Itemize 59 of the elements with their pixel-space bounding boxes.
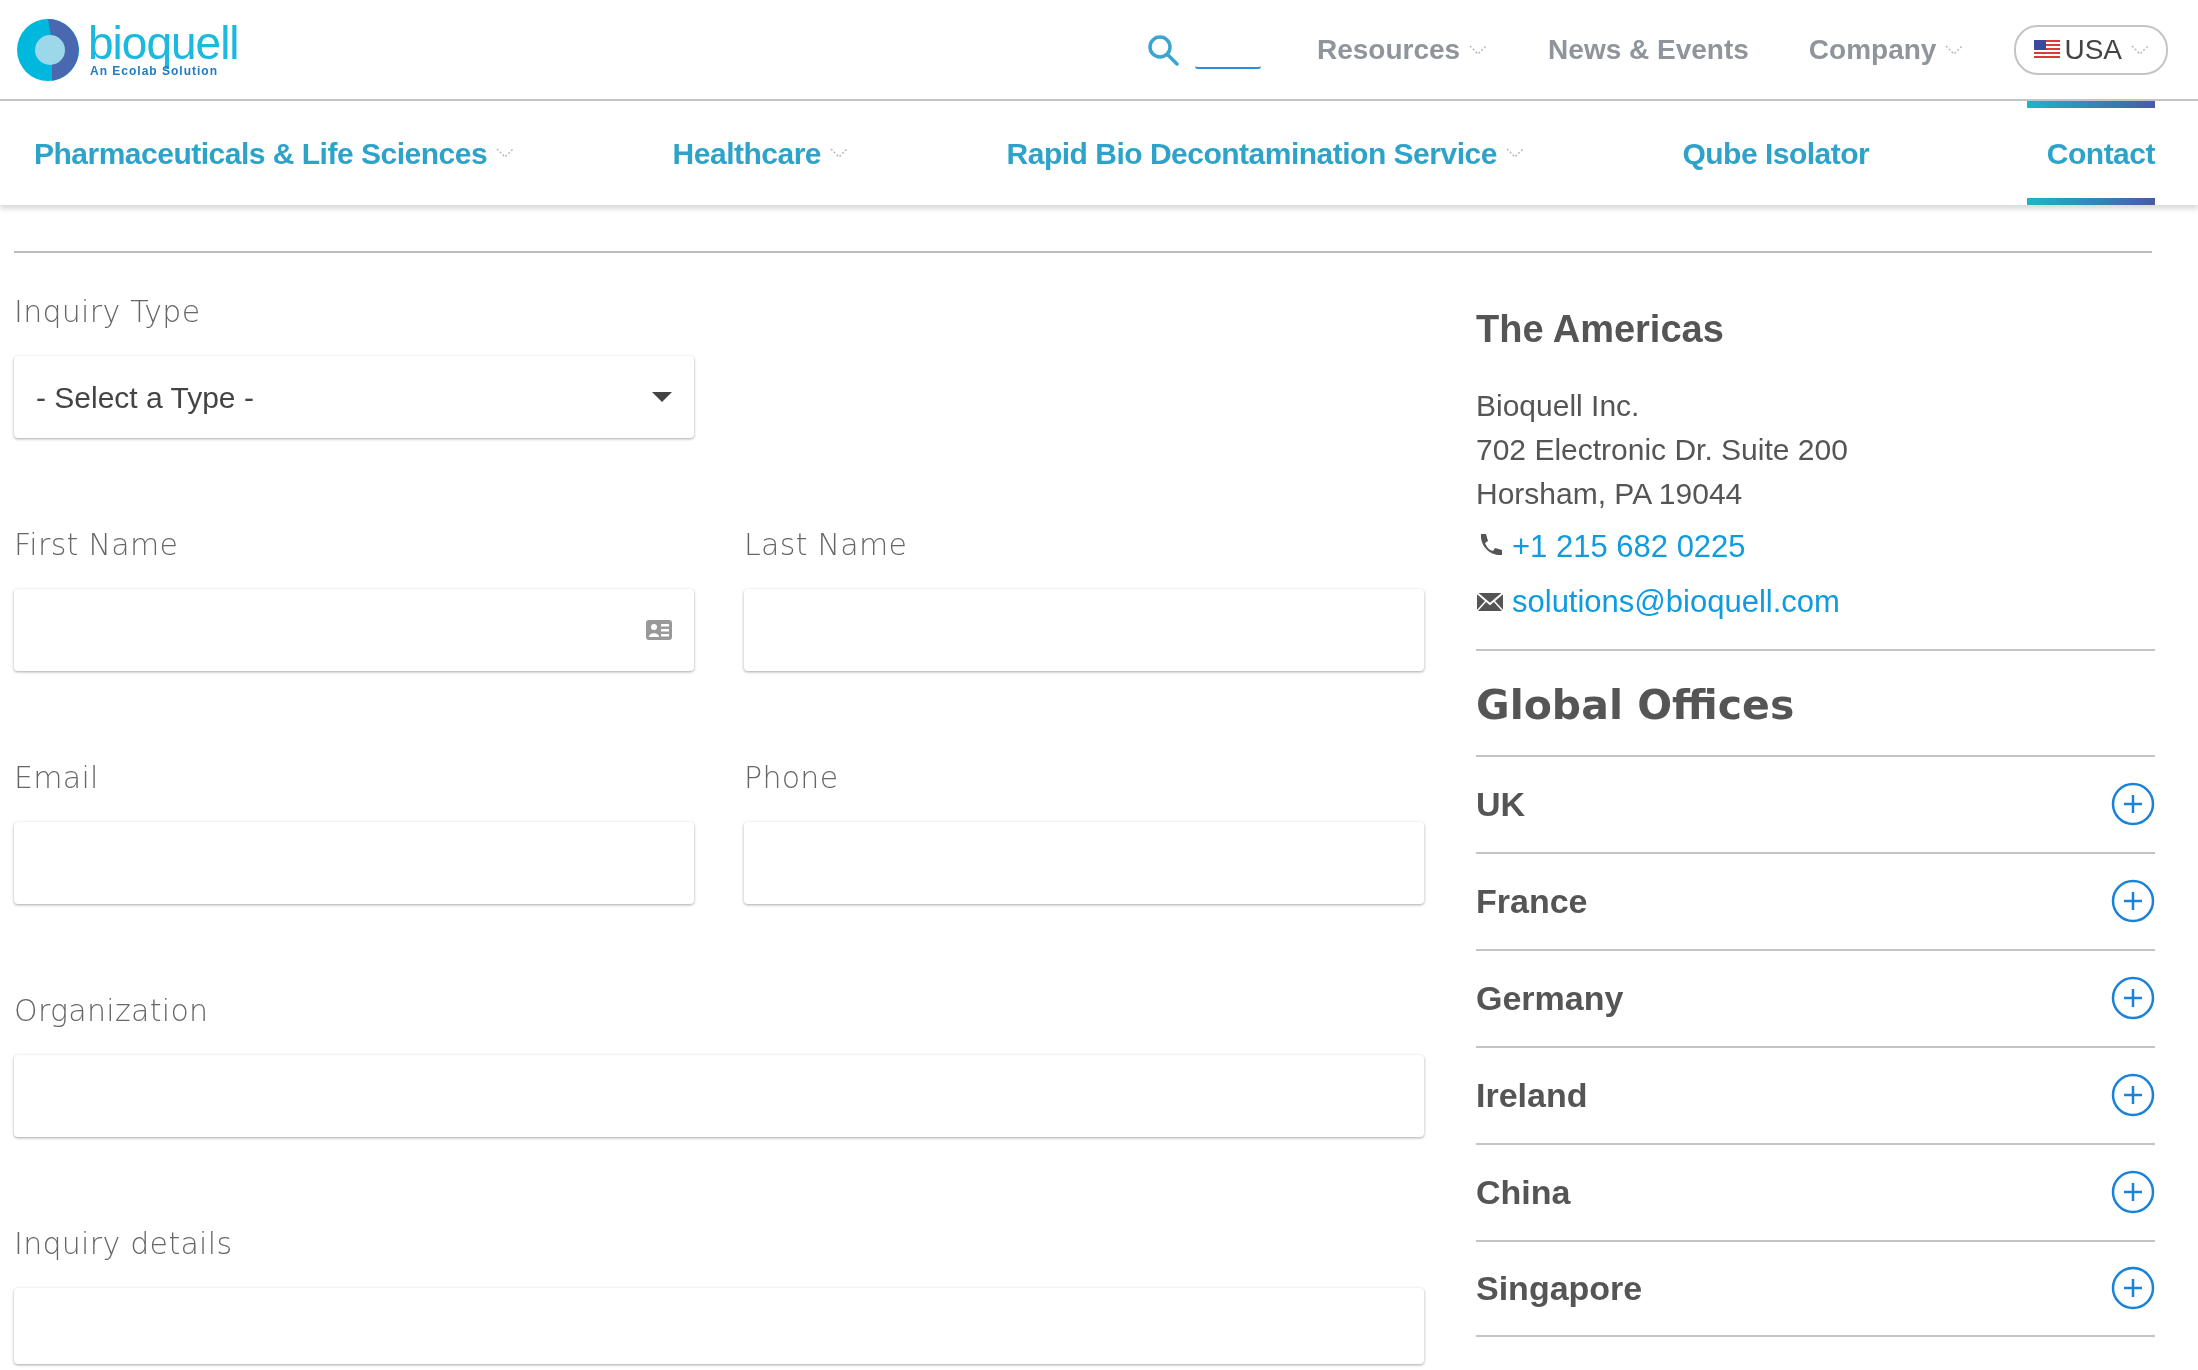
search-icon [1146,33,1179,66]
field-label: Last Name [744,526,909,564]
office-name: Singapore [1476,1267,1643,1309]
country-selector[interactable]: USA [2014,24,2168,75]
plus-circle-icon [2111,1266,2155,1310]
office-name: Ireland [1476,1074,1588,1116]
main-nav-tab[interactable]: Rapid Bio Decontamination Service [1006,101,1525,205]
field-label: Phone [744,759,840,797]
phone-link[interactable]: +1 215 682 0225 [1512,524,1746,571]
field-label: Inquiry Type [14,293,202,331]
input-field[interactable] [744,822,1424,904]
office-name: UK [1476,783,1526,825]
chevron-down-icon [495,147,516,159]
address-line: 702 Electronic Dr. Suite 200 [1476,432,1849,468]
chevron-down-icon [1468,43,1489,56]
us-flag-icon [2034,39,2061,60]
chevron-down-icon [1504,147,1525,159]
section-heading: Global Offices [1476,649,2155,755]
input-field[interactable] [14,589,694,671]
select-field[interactable]: - Select a Type - [14,356,694,438]
contact-card-icon [646,620,672,640]
main-nav-tab[interactable]: Contact [2026,101,2155,205]
chevron-down-icon [829,147,850,159]
office-name: China [1476,1171,1571,1213]
field-label: Organization [14,992,210,1030]
email-link[interactable]: solutions@bioquell.com [1512,578,1840,625]
plus-circle-icon [2111,976,2155,1020]
input-field[interactable] [14,822,694,904]
office-name: France [1476,880,1588,922]
logo-icon [16,17,80,82]
main-nav-tab[interactable]: Pharmaceuticals & Life Sciences [34,101,516,205]
plus-circle-icon [2111,1170,2155,1214]
address-line: Bioquell Inc. [1476,388,1641,424]
plus-circle-icon [2111,782,2155,826]
expand-button[interactable] [2111,976,2155,1020]
main-nav-tab[interactable]: Healthcare [672,101,850,205]
top-nav-link[interactable]: News & Events [1548,28,1749,71]
field-label: First Name [14,526,180,564]
section-heading: The Americas [1476,307,1725,352]
chevron-down-icon [1944,43,1965,56]
expand-button[interactable] [2111,1266,2155,1310]
top-nav-link[interactable]: Resources [1316,28,1489,71]
input-field[interactable] [744,589,1424,671]
main-nav-tab[interactable]: Qube Isolator [1682,101,1870,205]
top-nav-link[interactable]: Company [1808,28,1965,71]
plus-circle-icon [2111,879,2155,923]
address-line: Horsham, PA 19044 [1476,476,1744,512]
expand-button[interactable] [2111,1073,2155,1117]
field-label: Email [14,759,100,797]
input-field[interactable] [14,1055,1424,1137]
field-label: Inquiry details [14,1225,234,1263]
expand-button[interactable] [2111,879,2155,923]
dropdown-caret-icon [652,392,672,402]
plus-circle-icon [2111,1073,2155,1117]
mail-icon [1476,591,1504,612]
expand-button[interactable] [2111,1170,2155,1214]
chevron-down-icon [2130,43,2150,56]
office-name: Germany [1476,977,1624,1019]
expand-button[interactable] [2111,782,2155,826]
